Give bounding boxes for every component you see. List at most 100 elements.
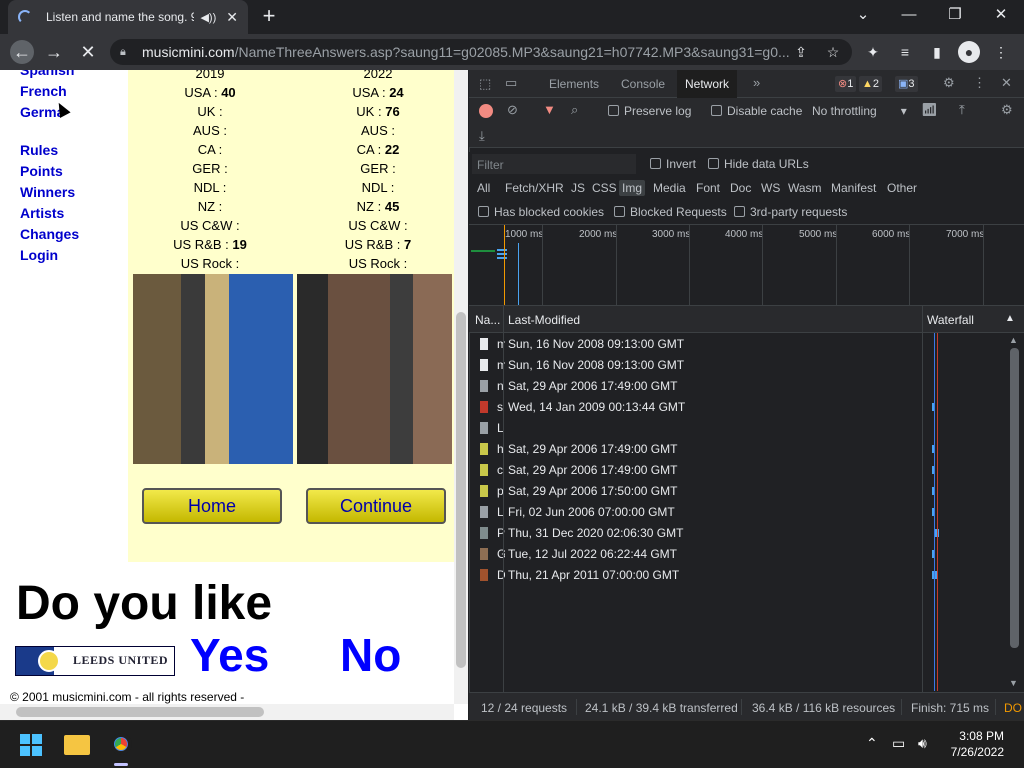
third-party-checkbox[interactable]: 3rd-party requests (734, 205, 847, 219)
clear-icon[interactable]: ⊘ (507, 102, 518, 118)
nav-link-french[interactable]: French (20, 83, 67, 99)
device-toolbar-icon[interactable]: ▭ (505, 75, 517, 91)
column-last-modified-header[interactable]: Last-Modified (508, 313, 580, 327)
lock-icon[interactable]: 🔒︎ (120, 46, 132, 59)
message-badge[interactable]: ▣3 (895, 76, 918, 92)
tray-chevron-icon[interactable]: ⌃ (866, 735, 878, 752)
disable-cache-box[interactable] (711, 105, 722, 116)
disable-cache-checkbox[interactable]: Disable cache (711, 104, 802, 118)
new-tab-button[interactable]: + (256, 4, 282, 30)
blocked-requests-checkbox[interactable]: Blocked Requests (614, 205, 727, 219)
file-explorer-icon[interactable] (64, 735, 90, 755)
error-badge[interactable]: ⊗1 (835, 76, 857, 92)
start-button[interactable] (20, 734, 42, 756)
browser-tab[interactable]: Listen and name the song. 9 ◀)) ✕ (8, 0, 248, 34)
stop-loading-button[interactable]: ✕ (76, 40, 100, 64)
share-icon[interactable]: ⇪ (790, 41, 812, 63)
column-divider[interactable] (503, 306, 504, 692)
throttling-select[interactable]: No throttling ▾ (812, 104, 907, 118)
has-blocked-cookies-box[interactable] (478, 206, 489, 217)
blocked-requests-box[interactable] (614, 206, 625, 217)
sort-up-icon[interactable]: ▲ (1005, 313, 1015, 324)
page-horizontal-scroll-thumb[interactable] (16, 707, 264, 717)
bookmark-star-icon[interactable]: ☆ (822, 41, 844, 63)
settings-gear-icon[interactable]: ⚙ (943, 75, 955, 91)
nav-link-artists[interactable]: Artists (20, 205, 64, 221)
network-settings-icon[interactable]: ⚙ (1001, 102, 1013, 118)
tab-elements[interactable]: Elements (549, 77, 599, 91)
menu-kebab-icon[interactable]: ⋮ (990, 41, 1012, 63)
hide-data-urls-box[interactable] (708, 158, 719, 169)
has-blocked-cookies-checkbox[interactable]: Has blocked cookies (478, 205, 604, 219)
type-filter-img[interactable]: Img (619, 180, 646, 196)
nav-link-changes[interactable]: Changes (20, 226, 79, 242)
type-filter-js[interactable]: JS (571, 181, 585, 195)
invert-checkbox[interactable]: Invert (650, 157, 696, 171)
scroll-up-icon[interactable]: ▲ (1009, 335, 1018, 345)
taskbar-clock[interactable]: 3:08 PM 7/26/2022 (951, 728, 1004, 760)
record-icon[interactable] (479, 104, 493, 118)
minimize-button[interactable]: — (886, 0, 932, 30)
search-icon[interactable]: ⌕ (571, 102, 578, 118)
type-filter-wasm[interactable]: Wasm (788, 181, 822, 195)
yes-link[interactable]: Yes (190, 628, 269, 682)
request-list-scroll-thumb[interactable] (1010, 348, 1019, 648)
hide-data-urls-checkbox[interactable]: Hide data URLs (708, 157, 809, 171)
inspect-element-icon[interactable]: ⬚ (479, 76, 491, 92)
type-filter-all[interactable]: All (477, 181, 490, 195)
no-link[interactable]: No (340, 628, 401, 682)
type-filter-ws[interactable]: WS (761, 181, 780, 195)
type-filter-css[interactable]: CSS (592, 181, 617, 195)
nav-link-spanish[interactable]: Spanish (20, 70, 74, 78)
type-filter-manifest[interactable]: Manifest (831, 181, 876, 195)
warning-badge[interactable]: ▲2 (859, 76, 883, 92)
continue-button[interactable]: Continue (306, 488, 446, 524)
media-control-icon[interactable]: ≡ (894, 41, 916, 63)
type-filter-fetch-xhr[interactable]: Fetch/XHR (505, 181, 564, 195)
third-party-box[interactable] (734, 206, 745, 217)
back-button[interactable]: ← (10, 40, 34, 64)
type-filter-media[interactable]: Media (653, 181, 686, 195)
side-panel-icon[interactable]: ▮ (926, 41, 948, 63)
scroll-down-icon[interactable]: ▼ (1009, 678, 1018, 688)
timeline-overview[interactable]: 1000 ms 2000 ms 3000 ms 4000 ms 5000 ms … (469, 224, 1024, 306)
tab-console[interactable]: Console (621, 77, 665, 91)
column-divider[interactable] (922, 306, 923, 692)
profile-avatar-icon[interactable]: ● (958, 41, 980, 63)
nav-link-winners[interactable]: Winners (20, 184, 75, 200)
filter-input-wrap[interactable]: Filter (472, 154, 636, 174)
nav-link-points[interactable]: Points (20, 163, 63, 179)
type-filter-other[interactable]: Other (887, 181, 917, 195)
close-devtools-icon[interactable]: ✕ (1001, 75, 1012, 91)
network-conditions-icon[interactable]: 📶︎ (921, 102, 938, 118)
page-vertical-scroll-thumb[interactable] (456, 312, 466, 668)
restore-button[interactable]: ❐ (932, 0, 978, 30)
volume-tray-icon[interactable]: 🔊︎ (918, 735, 927, 752)
nav-link-rules[interactable]: Rules (20, 142, 58, 158)
forward-button[interactable]: → (42, 40, 66, 64)
type-filter-font[interactable]: Font (696, 181, 720, 195)
chrome-taskbar-icon[interactable] (110, 733, 132, 755)
invert-box[interactable] (650, 158, 661, 169)
export-har-icon[interactable]: ⤓ (479, 128, 485, 144)
filter-input[interactable]: Filter (477, 158, 504, 172)
type-filter-doc[interactable]: Doc (730, 181, 751, 195)
tab-network[interactable]: Network (677, 70, 738, 98)
filter-funnel-icon[interactable]: ▼ (543, 102, 556, 117)
import-har-icon[interactable]: ⤒ (959, 102, 965, 118)
preserve-log-checkbox[interactable]: Preserve log (608, 104, 691, 118)
network-tray-icon[interactable]: ▭ (892, 735, 905, 752)
extensions-icon[interactable]: ✦ (862, 41, 884, 63)
column-waterfall-header[interactable]: Waterfall (927, 313, 974, 327)
home-button[interactable]: Home (142, 488, 282, 524)
tab-search-icon[interactable]: ⌄ (840, 0, 886, 30)
devtools-menu-icon[interactable]: ⋮ (973, 75, 986, 91)
more-tabs-icon[interactable]: » (753, 75, 760, 90)
preserve-log-box[interactable] (608, 105, 619, 116)
column-name-header[interactable]: Na... (475, 313, 500, 327)
close-tab-icon[interactable]: ✕ (226, 9, 238, 26)
address-bar[interactable]: 🔒︎ musicmini.com/NameThreeAnswers.asp?sa… (110, 39, 852, 65)
nav-link-login[interactable]: Login (20, 247, 58, 263)
close-window-button[interactable]: ✕ (978, 0, 1024, 30)
audio-icon[interactable]: ◀)) (200, 11, 216, 24)
